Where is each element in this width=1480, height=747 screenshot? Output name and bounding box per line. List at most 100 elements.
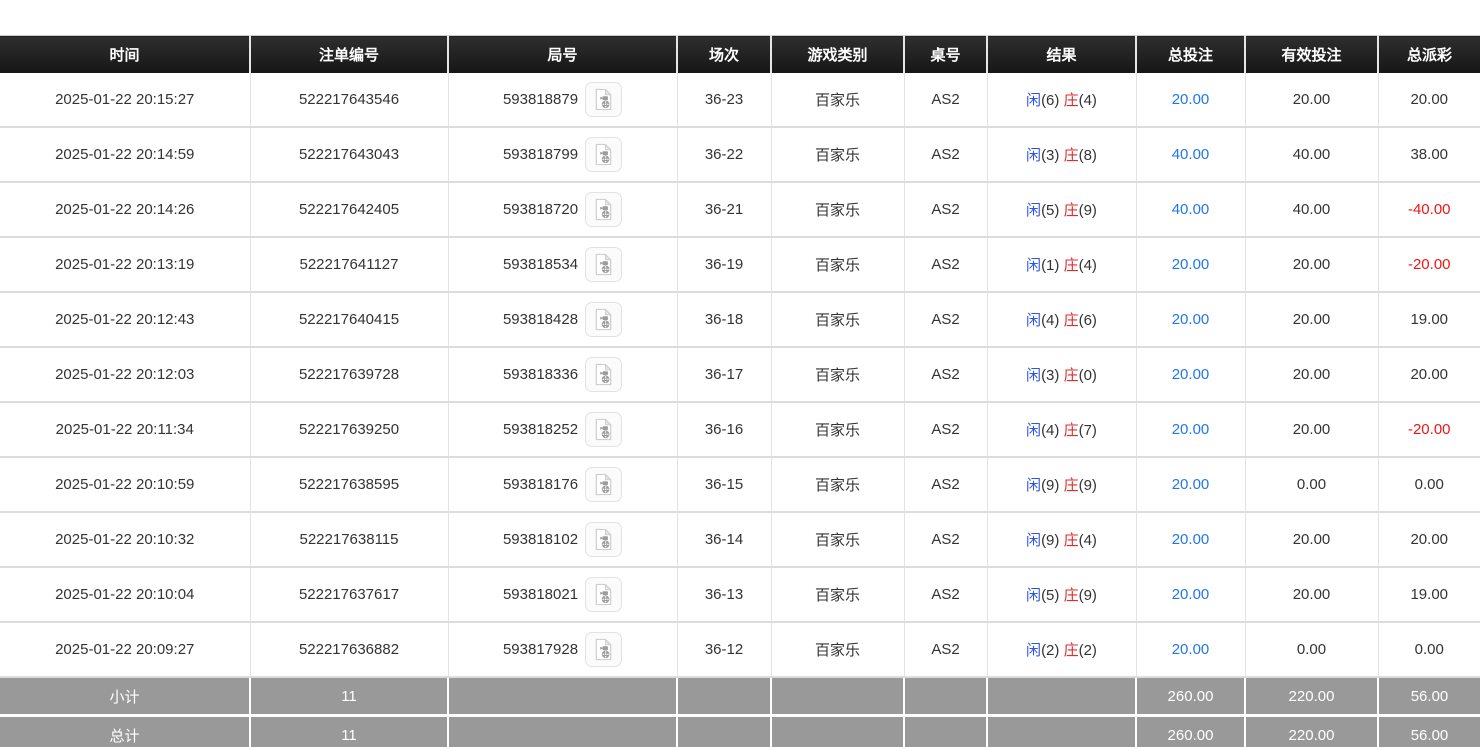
subtotal-empty-cell [987, 677, 1136, 716]
result-player-label: 闲 [1026, 532, 1041, 549]
round-number: 593818799 [503, 146, 578, 163]
cell-session: 36-12 [677, 622, 771, 677]
cell-bet-id: 522217639250 [250, 402, 448, 457]
cell-table-no: AS2 [904, 622, 987, 677]
table-body: 2025-01-22 20:15:27 522217643546 5938188… [0, 73, 1480, 677]
cell-session: 36-22 [677, 127, 771, 182]
result-player-score: (9) [1041, 477, 1059, 494]
table-row: 2025-01-22 20:09:27 522217636882 5938179… [0, 622, 1480, 677]
cell-bet-id: 522217637617 [250, 567, 448, 622]
cell-bet-id: 522217642405 [250, 182, 448, 237]
cell-time: 2025-01-22 20:10:32 [0, 512, 250, 567]
result-banker-score: (4) [1079, 532, 1097, 549]
round-number: 593818021 [503, 586, 578, 603]
cell-game-type: 百家乐 [771, 237, 904, 292]
cell-total-bet: 20.00 [1136, 512, 1245, 567]
cell-bet-id: 522217643043 [250, 127, 448, 182]
result-player-label: 闲 [1026, 257, 1041, 274]
cell-bet-id: 522217639728 [250, 347, 448, 402]
video-replay-button[interactable] [585, 632, 622, 667]
subtotal-empty-cell [904, 677, 987, 716]
result-player-score: (6) [1041, 92, 1059, 109]
cell-table-no: AS2 [904, 73, 987, 127]
video-replay-button[interactable] [585, 467, 622, 502]
video-replay-icon [592, 198, 615, 221]
cell-round-no: 593818534 [448, 237, 677, 292]
table-row: 2025-01-22 20:12:43 522217640415 5938184… [0, 292, 1480, 347]
cell-game-type: 百家乐 [771, 622, 904, 677]
result-banker-label: 庄 [1064, 147, 1079, 164]
cell-payout: 20.00 [1378, 512, 1480, 567]
result-banker-score: (2) [1079, 642, 1097, 659]
cell-payout: 20.00 [1378, 73, 1480, 127]
table-row: 2025-01-22 20:11:34 522217639250 5938182… [0, 402, 1480, 457]
round-number: 593818176 [503, 476, 578, 493]
cell-result: 闲(5) 庄(9) [987, 182, 1136, 237]
cell-time: 2025-01-22 20:15:27 [0, 73, 250, 127]
cell-valid-bet: 40.00 [1245, 127, 1378, 182]
cell-payout: 19.00 [1378, 567, 1480, 622]
video-replay-button[interactable] [585, 302, 622, 337]
cell-game-type: 百家乐 [771, 127, 904, 182]
cell-valid-bet: 20.00 [1245, 567, 1378, 622]
cell-round-no: 593818252 [448, 402, 677, 457]
cell-session: 36-21 [677, 182, 771, 237]
result-banker-label: 庄 [1064, 312, 1079, 329]
result-banker-label: 庄 [1064, 202, 1079, 219]
cell-time: 2025-01-22 20:10:59 [0, 457, 250, 512]
cell-bet-id: 522217638595 [250, 457, 448, 512]
table-row: 2025-01-22 20:12:03 522217639728 5938183… [0, 347, 1480, 402]
round-number: 593818534 [503, 256, 578, 273]
subtotal-payout: 56.00 [1378, 677, 1480, 716]
cell-game-type: 百家乐 [771, 567, 904, 622]
cell-table-no: AS2 [904, 347, 987, 402]
video-replay-button[interactable] [585, 412, 622, 447]
cell-payout: 20.00 [1378, 347, 1480, 402]
result-banker-label: 庄 [1064, 257, 1079, 274]
cell-total-bet: 40.00 [1136, 182, 1245, 237]
result-player-label: 闲 [1026, 312, 1041, 329]
cell-result: 闲(3) 庄(8) [987, 127, 1136, 182]
cell-table-no: AS2 [904, 402, 987, 457]
video-replay-button[interactable] [585, 247, 622, 282]
video-replay-button[interactable] [585, 357, 622, 392]
result-banker-score: (4) [1079, 92, 1097, 109]
cell-valid-bet: 40.00 [1245, 182, 1378, 237]
subtotal-empty-cell [448, 677, 677, 716]
grand-total-empty-cell [987, 716, 1136, 747]
result-banker-label: 庄 [1064, 532, 1079, 549]
column-header-valid-bet: 有效投注 [1245, 36, 1378, 74]
cell-round-no: 593818336 [448, 347, 677, 402]
subtotal-count: 11 [250, 677, 448, 716]
column-header-game-type: 游戏类别 [771, 36, 904, 74]
video-replay-button[interactable] [585, 82, 622, 117]
cell-session: 36-14 [677, 512, 771, 567]
video-replay-button[interactable] [585, 522, 622, 557]
grand-total-empty-cell [771, 716, 904, 747]
grand-total-empty-cell [448, 716, 677, 747]
column-header-round-no: 局号 [448, 36, 677, 74]
round-number: 593818428 [503, 311, 578, 328]
round-number: 593818720 [503, 201, 578, 218]
result-player-label: 闲 [1026, 202, 1041, 219]
result-banker-label: 庄 [1064, 477, 1079, 494]
video-replay-button[interactable] [585, 577, 622, 612]
cell-result: 闲(1) 庄(4) [987, 237, 1136, 292]
cell-total-bet: 20.00 [1136, 237, 1245, 292]
round-number: 593818336 [503, 366, 578, 383]
result-player-label: 闲 [1026, 147, 1041, 164]
column-header-result: 结果 [987, 36, 1136, 74]
cell-result: 闲(2) 庄(2) [987, 622, 1136, 677]
cell-game-type: 百家乐 [771, 457, 904, 512]
cell-time: 2025-01-22 20:14:26 [0, 182, 250, 237]
video-replay-icon [592, 88, 615, 111]
cell-bet-id: 522217638115 [250, 512, 448, 567]
round-number: 593818102 [503, 531, 578, 548]
cell-time: 2025-01-22 20:12:43 [0, 292, 250, 347]
cell-round-no: 593818428 [448, 292, 677, 347]
video-replay-button[interactable] [585, 192, 622, 227]
cell-payout: -20.00 [1378, 402, 1480, 457]
grand-total-total-bet: 260.00 [1136, 716, 1245, 747]
video-replay-button[interactable] [585, 137, 622, 172]
result-banker-score: (9) [1079, 202, 1097, 219]
